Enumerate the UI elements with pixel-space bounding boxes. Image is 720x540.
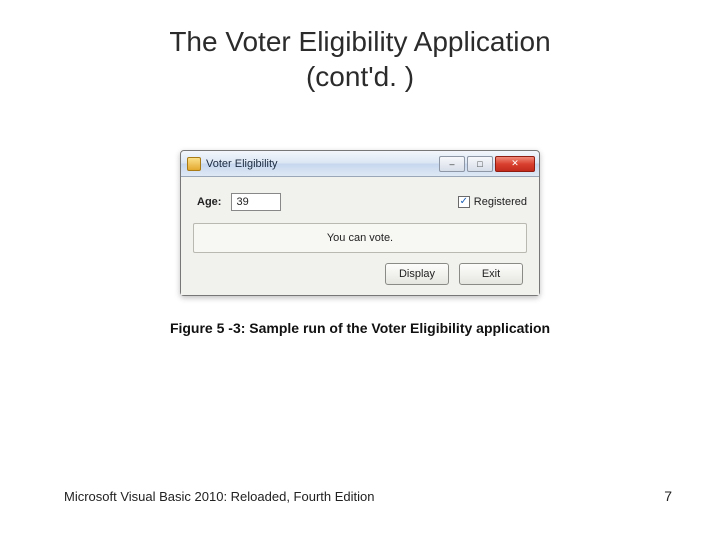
app-window: Voter Eligibility – □ ✕ Age: ✓ Registere… <box>180 150 540 296</box>
display-button-label: Display <box>399 268 435 280</box>
registered-label: Registered <box>474 196 527 208</box>
title-line-2: (cont'd. ) <box>306 61 414 92</box>
footer-text: Microsoft Visual Basic 2010: Reloaded, F… <box>64 489 374 504</box>
titlebar-left: Voter Eligibility <box>187 157 278 171</box>
input-row: Age: ✓ Registered <box>197 193 527 211</box>
window-title: Voter Eligibility <box>206 158 278 170</box>
slide-title: The Voter Eligibility Application (cont'… <box>0 24 720 94</box>
figure: Voter Eligibility – □ ✕ Age: ✓ Registere… <box>0 150 720 336</box>
exit-button-label: Exit <box>482 268 500 280</box>
message-text: You can vote. <box>327 232 393 244</box>
figure-caption: Figure 5 -3: Sample run of the Voter Eli… <box>170 320 550 336</box>
titlebar: Voter Eligibility – □ ✕ <box>181 151 539 177</box>
age-input[interactable] <box>231 193 281 211</box>
message-frame: You can vote. <box>193 223 527 253</box>
display-button[interactable]: Display <box>385 263 449 285</box>
minimize-button[interactable]: – <box>439 156 465 172</box>
maximize-icon: □ <box>477 159 482 169</box>
exit-button[interactable]: Exit <box>459 263 523 285</box>
window-buttons: – □ ✕ <box>437 156 535 172</box>
age-label: Age: <box>197 196 221 208</box>
button-row: Display Exit <box>193 263 527 285</box>
minimize-icon: – <box>449 159 454 169</box>
close-icon: ✕ <box>511 158 519 169</box>
page-number: 7 <box>664 488 672 504</box>
title-line-1: The Voter Eligibility Application <box>169 26 550 57</box>
slide: The Voter Eligibility Application (cont'… <box>0 0 720 540</box>
close-button[interactable]: ✕ <box>495 156 535 172</box>
maximize-button[interactable]: □ <box>467 156 493 172</box>
checkbox-icon: ✓ <box>458 196 470 208</box>
registered-checkbox[interactable]: ✓ Registered <box>458 196 527 208</box>
app-icon <box>187 157 201 171</box>
client-area: Age: ✓ Registered You can vote. Display <box>181 177 539 295</box>
